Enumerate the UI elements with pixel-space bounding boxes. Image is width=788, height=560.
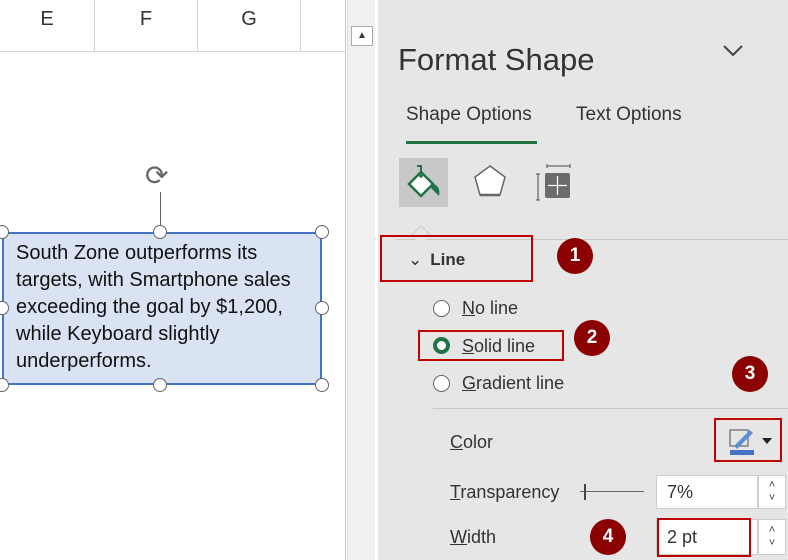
options-divider (433, 408, 788, 409)
resize-handle[interactable] (315, 301, 329, 315)
no-line-radio[interactable] (433, 300, 450, 317)
transparency-slider[interactable] (580, 482, 644, 502)
size-properties-icon[interactable] (535, 162, 577, 206)
width-spinner[interactable]: ˄ ˅ (758, 519, 786, 555)
sheet-right-border (345, 0, 346, 560)
tab-text-options[interactable]: Text Options (576, 104, 682, 126)
resize-handle[interactable] (0, 378, 9, 392)
tab-shape-options[interactable]: Shape Options (406, 104, 537, 144)
step-badge-1: 1 (557, 238, 593, 274)
effects-icon[interactable] (470, 162, 510, 206)
column-header-f[interactable]: F (95, 0, 198, 52)
resize-handle[interactable] (315, 225, 329, 239)
step-badge-3: 3 (732, 356, 768, 392)
step-badge-2: 2 (574, 320, 610, 356)
resize-handle[interactable] (315, 378, 329, 392)
resize-handle[interactable] (153, 378, 167, 392)
highlight-width-input (657, 518, 751, 557)
color-label: Color (450, 432, 494, 452)
transparency-spinner[interactable]: ˄ ˅ (758, 475, 786, 509)
text-box-shape[interactable]: South Zone outperforms its targets, with… (2, 232, 322, 385)
column-header-e[interactable]: E (0, 0, 95, 52)
slider-thumb[interactable] (584, 484, 586, 500)
gradient-line-radio[interactable] (433, 375, 450, 392)
pane-title: Format Shape (398, 42, 595, 77)
pane-options-chevron-icon[interactable] (722, 44, 743, 62)
fill-line-icon[interactable] (399, 158, 448, 207)
step-badge-4: 4 (590, 519, 626, 555)
vertical-scrollbar[interactable]: ▲ (347, 0, 375, 560)
rotate-handle-icon[interactable]: ⟳ (145, 160, 168, 192)
scroll-up-button[interactable]: ▲ (351, 26, 373, 46)
resize-handle[interactable] (153, 225, 167, 239)
highlight-solid-line (418, 330, 564, 361)
gradient-line-label[interactable]: Gradient line (462, 373, 564, 394)
transparency-label: Transparency (450, 482, 560, 502)
width-label: Width (450, 527, 497, 548)
highlight-color-button (714, 418, 782, 462)
column-header-g[interactable]: G (198, 0, 301, 52)
column-header-row: E F G (0, 0, 345, 52)
transparency-input[interactable]: 7% (656, 475, 758, 509)
no-line-label[interactable]: No line (462, 298, 518, 319)
highlight-line-header (380, 235, 533, 282)
